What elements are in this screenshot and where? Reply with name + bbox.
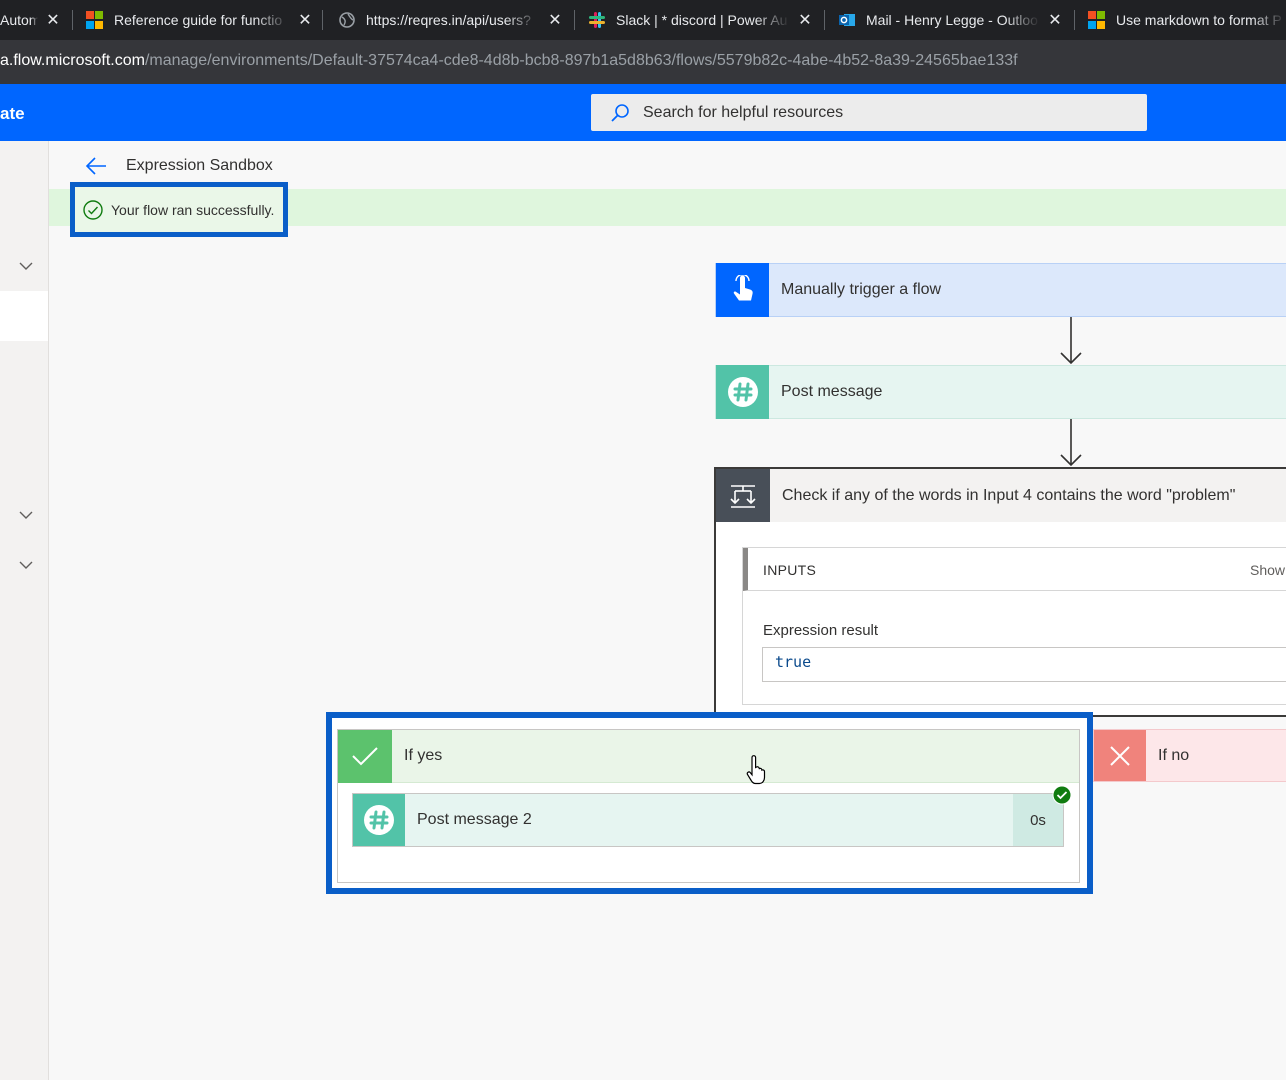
inputs-header: INPUTS Show — [743, 548, 1286, 591]
close-icon[interactable]: ✕ — [796, 11, 814, 29]
arrow-down-icon — [1060, 317, 1082, 365]
checkmark-icon — [338, 729, 392, 783]
post-message-card[interactable]: Post message — [715, 365, 1286, 419]
tab-power-automate[interactable]: Automa ✕ — [0, 0, 62, 40]
if-yes-label: If yes — [404, 747, 443, 764]
expression-result-label: Expression result — [763, 622, 879, 639]
url-text[interactable]: a.flow.microsoft.com/manage/environments… — [0, 52, 1018, 70]
show-raw-inputs-link[interactable]: Show — [1250, 562, 1285, 578]
close-icon[interactable]: ✕ — [296, 11, 314, 29]
tab-title: Slack | * discord | Power Au — [616, 12, 788, 28]
tab-title: Use markdown to format P — [1116, 12, 1282, 28]
search-placeholder: Search for helpful resources — [643, 103, 844, 121]
close-icon[interactable]: ✕ — [546, 11, 564, 29]
expression-result-value: true — [775, 653, 812, 671]
tab-markdown[interactable]: Use markdown to format P — [1088, 0, 1286, 40]
globe-icon — [339, 12, 355, 28]
url-path: /manage/environments/Default-37574ca4-cd… — [144, 52, 1018, 69]
inputs-title: INPUTS — [763, 562, 817, 578]
if-yes-branch[interactable]: If yes Post message 2 0s — [337, 729, 1080, 883]
condition-header[interactable]: Check if any of the words in Input 4 con… — [716, 469, 1286, 522]
page-title: Expression Sandbox — [126, 157, 273, 174]
search-box[interactable]: Search for helpful resources — [591, 94, 1147, 131]
microsoft-logo-icon — [86, 11, 104, 29]
url-host: a.flow.microsoft.com — [0, 52, 145, 69]
browser-tab-bar: Automa ✕ Reference guide for functio ✕ h… — [0, 0, 1286, 40]
microsoft-logo-icon — [1088, 11, 1106, 29]
tab-outlook[interactable]: Mail - Henry Legge - Outloo ✕ — [838, 0, 1064, 40]
post-message-label: Post message — [781, 383, 883, 400]
nav-selected-item[interactable] — [0, 291, 48, 341]
tab-separator — [824, 10, 825, 30]
arrow-down-icon — [1060, 419, 1082, 467]
tab-title: Mail - Henry Legge - Outloo — [866, 12, 1038, 28]
inputs-panel: INPUTS Show Expression result true — [742, 547, 1286, 705]
check-circle-icon — [83, 199, 103, 220]
success-check-icon — [1052, 785, 1072, 805]
close-icon[interactable]: ✕ — [1046, 11, 1064, 29]
chevron-down-icon[interactable] — [17, 506, 35, 524]
condition-icon — [716, 469, 770, 522]
if-no-label: If no — [1158, 746, 1190, 764]
post-message-2-card[interactable]: Post message 2 0s — [352, 793, 1064, 847]
tab-separator — [1074, 10, 1075, 30]
app-header: ate Search for helpful resources — [0, 84, 1286, 141]
tab-slack[interactable]: Slack | * discord | Power Au ✕ — [588, 0, 814, 40]
chevron-down-icon[interactable] — [17, 556, 35, 574]
tab-separator — [322, 10, 323, 30]
if-no-branch[interactable]: If no — [1093, 729, 1286, 782]
left-navigation — [0, 141, 49, 1080]
close-x-icon — [1094, 730, 1146, 781]
expression-result-field: true — [762, 647, 1286, 682]
tab-separator — [574, 10, 575, 30]
address-bar[interactable]: a.flow.microsoft.com/manage/environments… — [0, 40, 1286, 84]
if-yes-header[interactable]: If yes — [338, 729, 1079, 783]
status-message-highlight: Your flow ran successfully. — [70, 182, 288, 237]
tab-title: Reference guide for functio — [114, 12, 283, 28]
tab-title: https://reqres.in/api/users? — [366, 12, 531, 28]
slack-hash-icon — [353, 794, 405, 846]
hand-pointer-cursor-icon — [746, 755, 766, 785]
back-arrow-icon[interactable] — [84, 155, 110, 177]
post-message-2-label: Post message 2 — [417, 811, 532, 828]
app-name[interactable]: ate — [0, 104, 25, 124]
chevron-down-icon[interactable] — [17, 257, 35, 275]
slack-hash-icon — [716, 365, 769, 419]
trigger-card[interactable]: Manually trigger a flow — [715, 263, 1286, 317]
condition-label: Check if any of the words in Input 4 con… — [782, 486, 1236, 504]
search-icon — [611, 103, 629, 122]
tab-reference-guide[interactable]: Reference guide for functio ✕ — [86, 0, 314, 40]
status-message: Your flow ran successfully. — [111, 201, 275, 218]
hand-touch-icon — [716, 263, 769, 317]
close-icon[interactable]: ✕ — [44, 11, 62, 29]
tab-separator — [72, 10, 73, 30]
tab-reqres[interactable]: https://reqres.in/api/users? ✕ — [338, 0, 564, 40]
outlook-icon — [839, 14, 855, 26]
slack-icon — [589, 12, 605, 28]
trigger-label: Manually trigger a flow — [781, 281, 942, 298]
condition-card[interactable]: Check if any of the words in Input 4 con… — [714, 467, 1286, 717]
tab-title: Automa — [0, 12, 38, 28]
